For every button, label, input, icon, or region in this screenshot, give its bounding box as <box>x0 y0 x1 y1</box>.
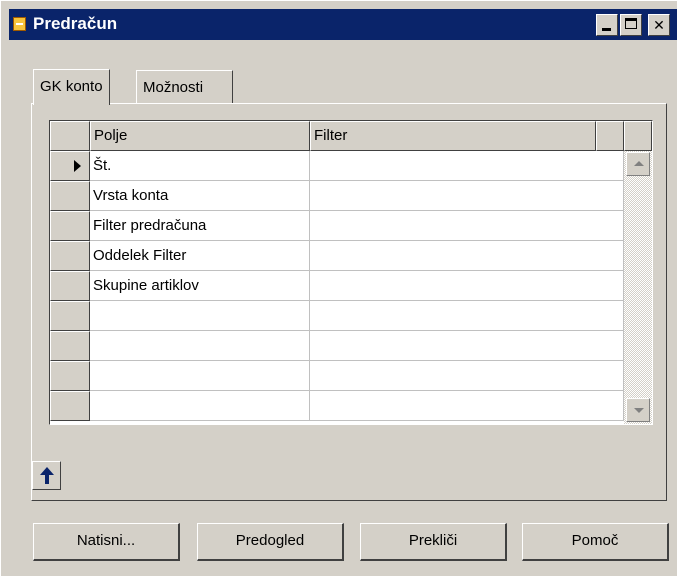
maximize-icon <box>625 18 637 29</box>
tab-moznosti[interactable]: Možnosti <box>136 70 233 103</box>
row-selector[interactable] <box>50 151 90 181</box>
minimize-icon <box>602 28 611 31</box>
maximize-button[interactable] <box>620 14 642 36</box>
column-header-extra <box>596 121 624 151</box>
cell-filter[interactable] <box>310 181 624 211</box>
scroll-up-icon <box>634 161 644 166</box>
preview-button[interactable]: Predogled <box>197 523 344 561</box>
scroll-down-button[interactable] <box>626 398 650 422</box>
cell-filter[interactable] <box>310 331 624 361</box>
row-selector[interactable] <box>50 391 90 421</box>
cell-filter[interactable] <box>310 271 624 301</box>
filter-grid: Polje Filter Št. Vrsta konta Filter predra… <box>49 120 653 425</box>
cancel-button[interactable]: Prekliči <box>360 523 507 561</box>
help-button-label: Pomoč <box>571 532 619 549</box>
row-selector[interactable] <box>50 361 90 391</box>
scroll-down-icon <box>634 408 644 413</box>
cell-polje[interactable] <box>90 301 310 331</box>
cell-polje[interactable]: Skupine artiklov <box>90 271 310 301</box>
cell-polje[interactable] <box>90 331 310 361</box>
column-header-scroll <box>624 121 652 151</box>
vertical-scrollbar[interactable] <box>624 151 652 424</box>
column-header-polje[interactable]: Polje <box>90 121 310 151</box>
cell-filter[interactable] <box>310 361 624 391</box>
current-row-icon <box>74 160 81 172</box>
print-button-label: Natisni... <box>76 532 136 549</box>
row-selector[interactable] <box>50 181 90 211</box>
cancel-button-label: Prekliči <box>408 532 458 549</box>
tab-gk-konto[interactable]: GK konto <box>33 69 110 105</box>
close-icon: ✕ <box>653 17 665 33</box>
move-up-button[interactable] <box>32 461 61 490</box>
title-bar: Predračun ✕ <box>9 9 677 40</box>
cell-polje[interactable]: Vrsta konta <box>90 181 310 211</box>
preview-button-label: Predogled <box>235 532 305 549</box>
print-button[interactable]: Natisni... <box>33 523 180 561</box>
cell-filter[interactable] <box>310 241 624 271</box>
cell-filter[interactable] <box>310 211 624 241</box>
row-selector[interactable] <box>50 331 90 361</box>
dialog-window: Predračun ✕ GK konto Možnosti Polje Filt… <box>0 0 677 576</box>
cell-polje[interactable]: Oddelek Filter <box>90 241 310 271</box>
cell-polje[interactable]: Št. <box>90 151 310 181</box>
app-icon <box>13 17 26 31</box>
up-arrow-stem <box>45 474 49 484</box>
help-button[interactable]: Pomoč <box>522 523 669 561</box>
close-button[interactable]: ✕ <box>648 14 670 36</box>
row-selector[interactable] <box>50 271 90 301</box>
scroll-up-button[interactable] <box>626 152 650 176</box>
row-selector[interactable] <box>50 241 90 271</box>
row-selector[interactable] <box>50 211 90 241</box>
grid-corner <box>50 121 90 151</box>
minimize-button[interactable] <box>596 14 618 36</box>
window-title: Predračun <box>33 14 118 33</box>
cell-filter[interactable] <box>310 151 624 181</box>
cell-polje[interactable] <box>90 391 310 421</box>
column-header-filter[interactable]: Filter <box>310 121 596 151</box>
cell-filter[interactable] <box>310 391 624 421</box>
cell-polje[interactable] <box>90 361 310 391</box>
cell-filter[interactable] <box>310 301 624 331</box>
cell-polje[interactable]: Filter predračuna <box>90 211 310 241</box>
row-selector[interactable] <box>50 301 90 331</box>
